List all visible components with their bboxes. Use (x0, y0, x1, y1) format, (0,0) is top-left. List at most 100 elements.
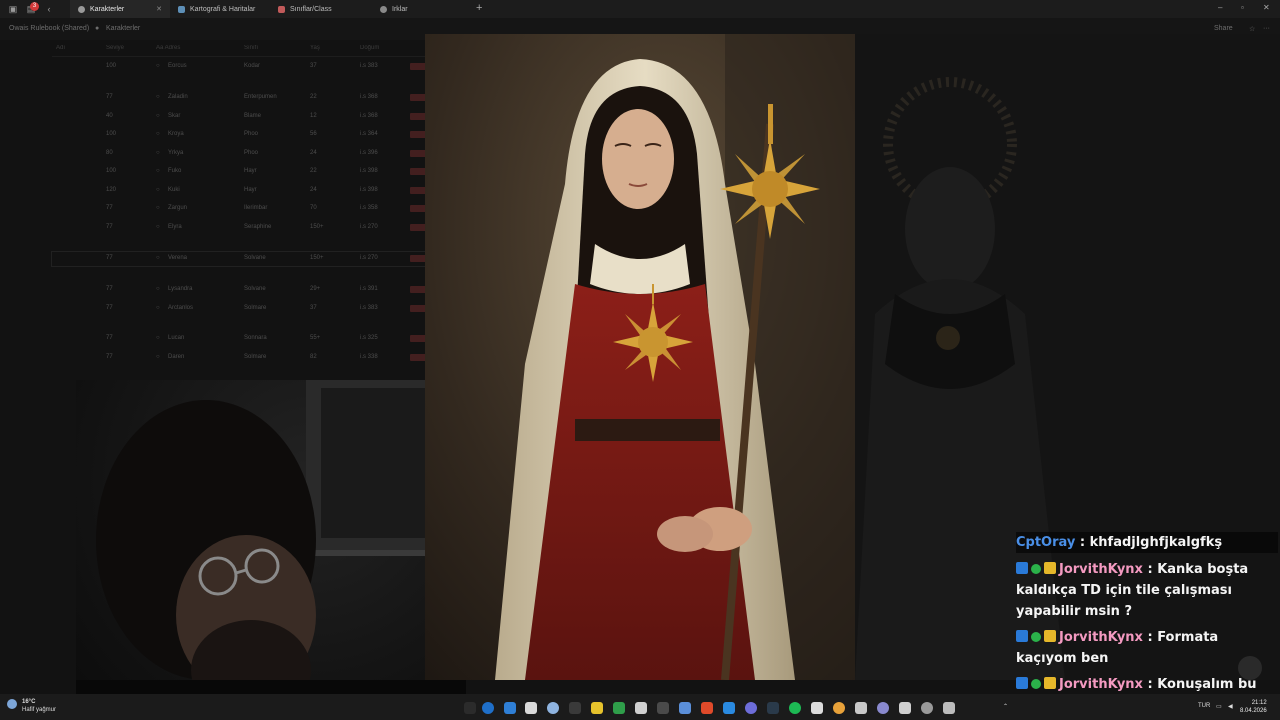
status-tag[interactable] (410, 305, 426, 312)
table-cell[interactable]: 55+ (310, 335, 320, 341)
new-tab-button[interactable]: + (476, 2, 482, 14)
table-cell[interactable]: i.s 368 (360, 94, 378, 100)
table-cell[interactable]: Eorcus (168, 63, 187, 69)
table-cell[interactable]: 56 (310, 131, 317, 137)
table-cell[interactable]: i.s 325 (360, 335, 378, 341)
table-cell[interactable]: 12 (310, 113, 317, 119)
table-cell[interactable]: i.s 383 (360, 63, 378, 69)
more-icon[interactable]: ··· (1263, 25, 1270, 32)
status-tag[interactable] (410, 286, 426, 293)
table-cell[interactable]: i.s 338 (360, 354, 378, 360)
table-cell[interactable]: Ilerimbar (244, 205, 267, 211)
table-cell[interactable]: 40 (106, 113, 113, 119)
table-cell[interactable]: 150+ (310, 255, 324, 261)
discord-icon[interactable] (745, 702, 757, 714)
table-row[interactable]: ○ 40 Skar Blame 12 i.s 368 (52, 110, 432, 124)
status-tag[interactable] (410, 187, 426, 194)
table-row[interactable]: ○ 100 Fuko Hayr 22 i.s 398 (52, 165, 432, 179)
table-cell[interactable]: Blame (244, 113, 261, 119)
table-cell[interactable]: 100 (106, 63, 116, 69)
tab-karakterler[interactable]: Karakterler ✕ (70, 0, 170, 18)
table-row[interactable]: ○ 77 Zaladin Enterpumen 22 i.s 368 (52, 91, 432, 105)
status-tag[interactable] (410, 150, 426, 157)
store-icon[interactable] (504, 702, 516, 714)
table-cell[interactable]: Solmare (244, 354, 266, 360)
start-icon[interactable] (464, 702, 476, 714)
table-cell[interactable]: 77 (106, 335, 113, 341)
table-cell[interactable]: Skar (168, 113, 180, 119)
table-cell[interactable]: 77 (106, 286, 113, 292)
play-icon[interactable] (613, 702, 625, 714)
table-row[interactable]: ○ 77 Lucan Sonnara 55+ i.s 325 (52, 332, 432, 346)
status-tag[interactable] (410, 255, 426, 262)
table-cell[interactable]: i.s 368 (360, 113, 378, 119)
table-cell[interactable]: Solvane (244, 255, 266, 261)
spotify-icon[interactable] (789, 702, 801, 714)
close-icon[interactable]: ✕ (156, 5, 162, 13)
notion-icon[interactable] (811, 702, 823, 714)
table-cell[interactable]: Solvane (244, 286, 266, 292)
tab-irklar[interactable]: Irklar (372, 0, 472, 18)
app-icon[interactable] (855, 702, 867, 714)
table-row[interactable]: ○ 77 Arctanlos Solmare 37 i.s 383 (52, 302, 432, 316)
table-cell[interactable]: 29+ (310, 286, 320, 292)
tray-chevron-icon[interactable]: ⌃ (1003, 703, 1008, 710)
table-cell[interactable]: Kuki (168, 187, 180, 193)
table-cell[interactable]: Sonnara (244, 335, 267, 341)
table-row[interactable]: ○ 77 Lysandra Solvane 29+ i.s 391 (52, 283, 432, 297)
table-cell[interactable]: Zaladin (168, 94, 188, 100)
settings-icon[interactable] (943, 702, 955, 714)
table-cell[interactable]: 77 (106, 354, 113, 360)
file-explorer-icon[interactable] (591, 702, 603, 714)
table-cell[interactable]: Solmare (244, 305, 266, 311)
table-cell[interactable]: i.s 358 (360, 205, 378, 211)
status-tag[interactable] (410, 224, 426, 231)
star-icon[interactable]: ☆ (1249, 25, 1255, 33)
table-cell[interactable]: 37 (310, 305, 317, 311)
app-icon[interactable] (877, 702, 889, 714)
brave-icon[interactable] (701, 702, 713, 714)
status-tag[interactable] (410, 335, 426, 342)
table-cell[interactable]: Fuko (168, 168, 181, 174)
table-cell[interactable]: 150+ (310, 224, 324, 230)
table-row[interactable]: ○ 77 Daren Solmare 82 i.s 338 (52, 351, 432, 365)
table-cell[interactable]: 37 (310, 63, 317, 69)
table-cell[interactable]: i.s 398 (360, 187, 378, 193)
table-cell[interactable]: 22 (310, 94, 317, 100)
table-cell[interactable]: i.s 391 (360, 286, 378, 292)
table-cell[interactable]: Hayr (244, 187, 257, 193)
breadcrumb-workspace[interactable]: Owais Rulebook (Shared) (9, 25, 89, 32)
photos-icon[interactable] (547, 702, 559, 714)
tab-siniflar[interactable]: Sınıflar/Class (270, 0, 370, 18)
status-tag[interactable] (410, 131, 426, 138)
chat-username[interactable]: CptOray (1016, 535, 1075, 550)
system-clock[interactable]: 21:12 8.04.2026 (1240, 699, 1267, 715)
terminal-icon[interactable] (635, 702, 647, 714)
table-row[interactable]: ○ 100 Eorcus Kodar 37 i.s 383 (52, 60, 432, 74)
table-cell[interactable]: 77 (106, 305, 113, 311)
volume-icon[interactable]: ◀ (1228, 703, 1233, 710)
calendar-icon[interactable] (525, 702, 537, 714)
table-row[interactable]: ○ 80 Yrkya Phoo 24 i.s 396 (52, 147, 432, 161)
breadcrumb-page[interactable]: Karakterler (106, 25, 140, 32)
status-tag[interactable] (410, 63, 426, 70)
share-button[interactable]: Share (1214, 25, 1233, 32)
table-cell[interactable]: 82 (310, 354, 317, 360)
table-cell[interactable]: 77 (106, 94, 113, 100)
arrow-app-icon[interactable] (679, 702, 691, 714)
table-cell[interactable]: 80 (106, 150, 113, 156)
chat-username[interactable]: JorvithKynx (1059, 677, 1143, 692)
tab-kartografi[interactable]: Kartografi & Haritalar (170, 0, 270, 18)
app-icon[interactable] (657, 702, 669, 714)
table-cell[interactable]: i.s 270 (360, 255, 378, 261)
table-cell[interactable]: 77 (106, 255, 113, 261)
edge-icon[interactable] (482, 702, 494, 714)
table-cell[interactable]: Arctanlos (168, 305, 193, 311)
column-header[interactable]: Yaş (310, 45, 320, 51)
status-tag[interactable] (410, 113, 426, 120)
language-indicator[interactable]: TUR (1198, 703, 1210, 709)
maximize-icon[interactable]: ▫ (1241, 3, 1244, 12)
table-row[interactable]: ○ 77 Zargun Ilerimbar 70 i.s 358 (52, 202, 432, 216)
table-cell[interactable]: i.s 383 (360, 305, 378, 311)
table-cell[interactable]: 100 (106, 131, 116, 137)
